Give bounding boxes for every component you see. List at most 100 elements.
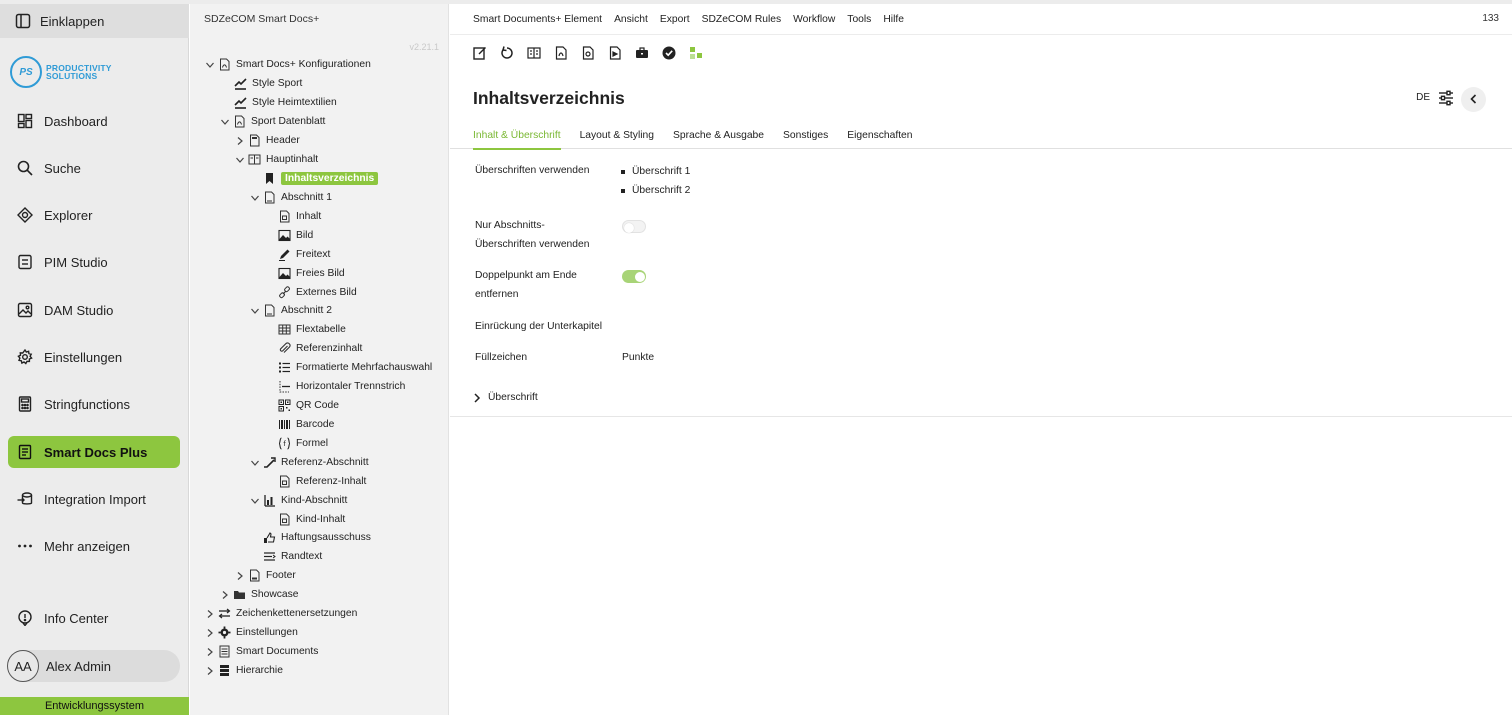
tree-node[interactable]: Style Heimtextilien <box>220 94 337 111</box>
chevron-down-icon[interactable] <box>234 154 245 165</box>
tree-node[interactable]: QR Code <box>264 397 339 414</box>
nav-dashboard[interactable]: Dashboard <box>8 105 180 137</box>
tree-node[interactable]: Hierarchie <box>204 662 283 679</box>
menu-hilfe[interactable]: Hilfe <box>883 14 904 25</box>
tree-node[interactable]: Horizontaler Trennstrich <box>264 378 405 395</box>
tree-node[interactable]: Freitext <box>264 246 330 263</box>
chevron-right-icon[interactable] <box>234 135 245 146</box>
tree-node[interactable]: Abschnitt 1 <box>249 189 332 206</box>
menu-export[interactable]: Export <box>660 14 690 25</box>
menu-sdzecom-rules[interactable]: SDZeCOM Rules <box>702 14 782 25</box>
tree-node[interactable]: Referenz-Inhalt <box>264 473 366 490</box>
tree-node[interactable]: Smart Docs+ Konfigurationen <box>204 56 371 73</box>
chevron-down-icon[interactable] <box>204 59 215 70</box>
tree-node-label: Bild <box>296 230 314 241</box>
tree-node[interactable]: Bild <box>264 227 313 244</box>
check-circle-icon[interactable] <box>662 46 676 60</box>
tab-sonstiges[interactable]: Sonstiges <box>783 122 828 149</box>
tree-node[interactable]: f Formel <box>264 435 328 452</box>
menu-smart-documents-element[interactable]: Smart Documents+ Element <box>473 14 602 25</box>
tree-node[interactable]: Inhalt <box>264 208 321 225</box>
collapse-button[interactable]: Einklappen <box>0 4 189 38</box>
nav-stringfunctions[interactable]: Stringfunctions <box>8 388 180 420</box>
tree-node[interactable]: Externes Bild <box>264 284 357 301</box>
fill-char-value[interactable]: Punkte <box>622 352 654 363</box>
sliders-icon[interactable] <box>1438 90 1454 106</box>
menu-workflow[interactable]: Workflow <box>793 14 835 25</box>
tree-node[interactable]: Referenz-Abschnitt <box>249 454 369 471</box>
tab-layout-styling[interactable]: Layout & Styling <box>580 122 654 149</box>
chevron-down-icon[interactable] <box>249 192 260 203</box>
nav-integration-import[interactable]: Integration Import <box>8 483 180 515</box>
chevron-right-icon[interactable] <box>234 570 245 581</box>
only-sections-label-line-2: Überschriften verwenden <box>475 239 590 250</box>
colon-toggle[interactable] <box>622 270 646 283</box>
chevron-down-icon[interactable] <box>249 495 260 506</box>
nav-show-more[interactable]: Mehr anzeigen <box>8 530 180 562</box>
headings-list[interactable]: Überschrift 1 Überschrift 2 <box>621 162 690 200</box>
menu-tools[interactable]: Tools <box>847 14 871 25</box>
tree-node[interactable]: Formatierte Mehrfachauswahl <box>264 359 432 376</box>
tree-node[interactable]: Header <box>234 132 300 149</box>
tree-node[interactable]: Barcode <box>264 416 334 433</box>
tree-node[interactable]: Referenzinhalt <box>264 340 362 357</box>
preview-icon[interactable] <box>581 46 595 60</box>
folder-icon <box>233 588 246 601</box>
chevron-down-icon[interactable] <box>249 457 260 468</box>
chevron-down-icon[interactable] <box>249 305 260 316</box>
chevron-right-icon[interactable] <box>204 646 215 657</box>
nav-dam-studio[interactable]: DAM Studio <box>8 294 180 326</box>
tree-node[interactable]: Style Sport <box>220 75 302 92</box>
chevron-right-icon[interactable] <box>204 608 215 619</box>
tree-node[interactable]: Footer <box>234 567 296 584</box>
tree-node[interactable]: Inhaltsverzeichnis <box>249 170 379 187</box>
ueberschrift-section-toggle[interactable]: Überschrift <box>473 392 538 403</box>
only-sections-toggle[interactable] <box>622 220 646 233</box>
tree-node[interactable]: Abschnitt 2 <box>249 302 332 319</box>
nav-info-center[interactable]: Info Center <box>8 602 180 634</box>
child-section-icon <box>263 494 276 507</box>
tree-node-label: Sport Datenblatt <box>251 116 326 127</box>
tree-node[interactable]: Hauptinhalt <box>234 151 318 168</box>
pdf-icon[interactable] <box>554 46 568 60</box>
chevron-right-icon[interactable] <box>204 665 215 676</box>
chevron-down-icon[interactable] <box>219 116 230 127</box>
content-file-icon <box>278 475 291 488</box>
tree-node[interactable]: Flextabelle <box>264 321 346 338</box>
nav-explorer[interactable]: Explorer <box>8 199 180 231</box>
structure-icon[interactable] <box>689 46 703 60</box>
only-sections-label: Nur Abschnitts- Überschriften verwenden <box>475 216 589 254</box>
language-selector[interactable]: DE <box>1416 92 1430 103</box>
chevron-right-icon[interactable] <box>204 627 215 638</box>
tree-node[interactable]: Smart Documents <box>204 643 318 660</box>
calculator-icon <box>15 394 35 414</box>
nav-settings[interactable]: Einstellungen <box>8 341 180 373</box>
tab-sprache-ausgabe[interactable]: Sprache & Ausgabe <box>673 122 764 149</box>
nav-pim-studio[interactable]: PIM Studio <box>8 246 180 278</box>
tree-node[interactable]: Haftungsausschuss <box>249 529 371 546</box>
briefcase-icon[interactable] <box>635 46 649 60</box>
user-menu[interactable]: AA Alex Admin <box>7 650 180 682</box>
tab-inhalt-ueberschrift[interactable]: Inhalt & Überschrift <box>473 122 561 150</box>
reload-icon[interactable] <box>500 46 514 60</box>
tree-node[interactable]: Kind-Inhalt <box>264 511 345 528</box>
chevron-right-icon[interactable] <box>219 589 230 600</box>
menu-ansicht[interactable]: Ansicht <box>614 14 648 25</box>
edit-icon[interactable] <box>473 46 487 60</box>
tab-eigenschaften[interactable]: Eigenschaften <box>847 122 912 149</box>
tree-node[interactable]: Freies Bild <box>264 265 345 282</box>
export-icon[interactable] <box>608 46 622 60</box>
tree-node[interactable]: Kind-Abschnitt <box>249 492 347 509</box>
tree-node[interactable]: Randtext <box>249 548 322 565</box>
nav-search[interactable]: Suche <box>8 152 180 184</box>
compare-icon[interactable] <box>527 46 541 60</box>
collapse-panel-button[interactable] <box>1461 87 1486 112</box>
nav-smart-docs-plus[interactable]: Smart Docs Plus <box>8 436 180 468</box>
tree-node[interactable]: Zeichenkettenersetzungen <box>204 605 357 622</box>
tree-node[interactable]: Sport Datenblatt <box>219 113 325 130</box>
tree-node[interactable]: Showcase <box>219 586 299 603</box>
tree-node[interactable]: Einstellungen <box>204 624 298 641</box>
pdf-icon <box>218 58 231 71</box>
